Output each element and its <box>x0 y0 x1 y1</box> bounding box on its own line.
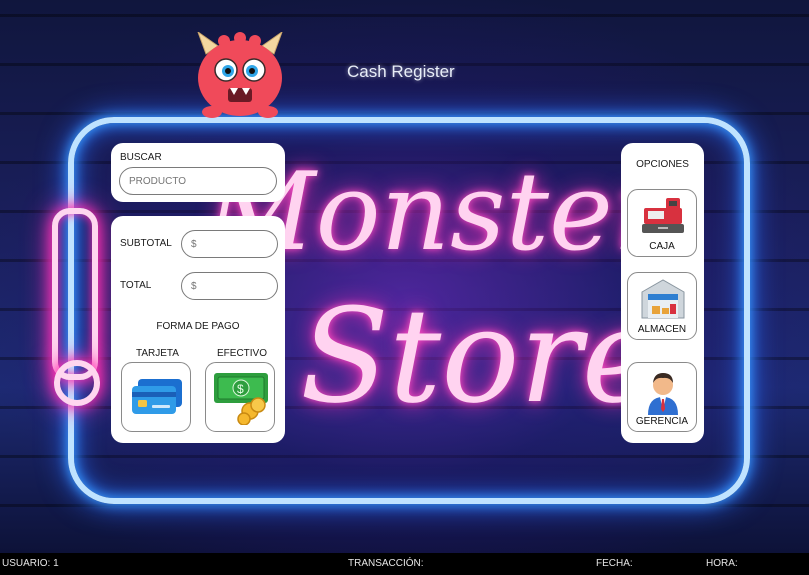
status-transaction: TRANSACCIÓN: <box>348 558 424 569</box>
card-label: TARJETA <box>136 348 179 359</box>
cash-payment-button[interactable]: $ <box>205 362 275 432</box>
payment-panel: SUBTOTAL TOTAL FORMA DE PAGO TARJETA EFE… <box>111 216 285 443</box>
subtotal-label: SUBTOTAL <box>120 238 172 249</box>
status-bar: USUARIO: 1 TRANSACCIÓN: FECHA: HORA: <box>0 553 809 575</box>
caja-label: CAJA <box>649 241 675 252</box>
search-panel: BUSCAR <box>111 143 285 202</box>
payment-method-label: FORMA DE PAGO <box>156 321 240 332</box>
caja-button[interactable]: CAJA <box>627 189 697 257</box>
status-date: FECHA: <box>596 558 633 569</box>
manager-icon <box>648 373 678 415</box>
card-payment-button[interactable] <box>121 362 191 432</box>
total-field[interactable] <box>181 272 278 300</box>
almacen-button[interactable]: ALMACEN <box>627 272 697 340</box>
subtotal-field[interactable] <box>181 230 278 258</box>
monster-mascot-logo <box>197 32 283 118</box>
status-time: HORA: <box>706 558 738 569</box>
credit-card-icon <box>132 379 182 414</box>
total-label: TOTAL <box>120 280 152 291</box>
almacen-label: ALMACEN <box>637 324 687 335</box>
cash-label: EFECTIVO <box>217 348 268 359</box>
svg-text:$: $ <box>237 382 244 396</box>
search-input[interactable] <box>119 167 277 195</box>
options-title: OPCIONES <box>636 159 689 170</box>
status-user: USUARIO: 1 <box>2 558 59 569</box>
neon-sign-store: Store <box>300 280 659 432</box>
gerencia-label: GERENCIA <box>635 416 689 427</box>
neon-exclamation-icon <box>52 208 98 380</box>
gerencia-button[interactable]: GERENCIA <box>627 362 697 432</box>
search-label: BUSCAR <box>120 152 162 163</box>
neon-exclamation-dot <box>54 360 100 406</box>
cash-money-icon: $ <box>214 373 268 425</box>
options-panel: OPCIONES CAJA ALMACEN GERENCIA <box>621 143 704 443</box>
cash-register-icon <box>642 198 684 233</box>
warehouse-icon <box>641 279 685 319</box>
app-title: Cash Register <box>347 62 455 81</box>
